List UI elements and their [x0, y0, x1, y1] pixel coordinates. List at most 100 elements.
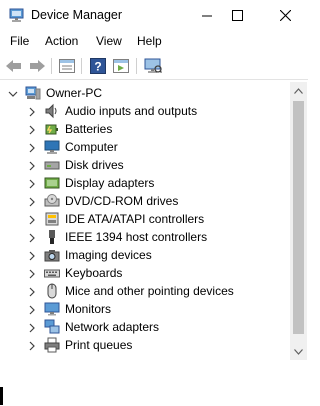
vertical-scrollbar[interactable]: [290, 82, 307, 360]
toolbar-separator: [136, 58, 137, 74]
tree-item-keyboards[interactable]: Keyboards: [0, 264, 290, 282]
menu-view[interactable]: View: [96, 34, 122, 48]
text-cursor: [0, 387, 3, 405]
dvd-icon: [44, 193, 60, 209]
tree-item-label: Audio inputs and outputs: [65, 104, 198, 118]
chevron-right-icon[interactable]: [27, 232, 37, 243]
camera-icon: [44, 247, 60, 263]
tree-root-label: Owner-PC: [46, 86, 103, 100]
tree-item-computer[interactable]: Computer: [0, 138, 290, 156]
monitor-scan-icon: [144, 58, 162, 73]
tree-item-imaging-devices[interactable]: Imaging devices: [0, 246, 290, 264]
show-hidden-icon: [113, 59, 129, 73]
svg-text:?: ?: [94, 60, 101, 74]
chevron-right-icon[interactable]: [27, 142, 37, 153]
chevron-down-icon: [294, 348, 303, 355]
chevron-right-icon[interactable]: [27, 160, 37, 171]
tree-item-label: Monitors: [65, 302, 112, 316]
keyboard-icon: [44, 265, 60, 281]
tree-item-dvd-drives[interactable]: DVD/CD-ROM drives: [0, 192, 290, 210]
tree-item-mice[interactable]: Mice and other pointing devices: [0, 282, 290, 300]
toolbar: ?: [0, 53, 308, 80]
network-icon: [44, 319, 60, 335]
ide-icon: [44, 211, 60, 227]
device-tree[interactable]: Owner-PC Audio inputs and outputs Batter…: [0, 82, 290, 360]
chevron-right-icon[interactable]: [27, 304, 37, 315]
tree-item-network-adapters[interactable]: Network adapters: [0, 318, 290, 336]
display-icon: [44, 175, 60, 191]
tree-item-ieee-1394[interactable]: IEEE 1394 host controllers: [0, 228, 290, 246]
mouse-icon: [44, 283, 60, 299]
tree-item-label: Display adapters: [65, 176, 155, 190]
chevron-right-icon[interactable]: [27, 196, 37, 207]
minimize-icon: [202, 15, 212, 16]
menu-file[interactable]: File: [10, 34, 29, 48]
chevron-right-icon[interactable]: [27, 106, 37, 117]
properties-icon: [59, 59, 75, 73]
monitor-icon: [44, 301, 60, 317]
computer-icon: [44, 139, 60, 155]
tree-item-disk-drives[interactable]: Disk drives: [0, 156, 290, 174]
tree-item-label: Keyboards: [65, 266, 123, 280]
toolbar-separator: [81, 58, 82, 74]
chevron-right-icon[interactable]: [27, 214, 37, 225]
chevron-right-icon[interactable]: [27, 250, 37, 261]
chevron-right-icon[interactable]: [27, 124, 37, 135]
tree-item-ide-controllers[interactable]: IDE ATA/ATAPI controllers: [0, 210, 290, 228]
chevron-up-icon: [294, 87, 303, 94]
forward-button[interactable]: [27, 57, 47, 75]
tree-item-label: Imaging devices: [65, 248, 152, 262]
chevron-right-icon[interactable]: [27, 268, 37, 279]
chevron-right-icon[interactable]: [27, 286, 37, 297]
scroll-down-button[interactable]: [290, 343, 307, 360]
menu-action[interactable]: Action: [45, 34, 78, 48]
title-bar[interactable]: Device Manager: [0, 0, 308, 31]
maximize-icon: [231, 10, 243, 21]
device-manager-icon: [9, 8, 25, 23]
tree-item-label: Disk drives: [65, 158, 124, 172]
tree-item-label: Mice and other pointing devices: [65, 284, 234, 298]
tree-root-owner-pc[interactable]: Owner-PC: [0, 84, 290, 102]
firewire-icon: [44, 229, 60, 245]
device-manager-window: Device Manager File Action View Help ? O…: [0, 0, 308, 360]
battery-icon: [44, 121, 60, 137]
tree-item-label: IDE ATA/ATAPI controllers: [65, 212, 205, 226]
show-hidden-button[interactable]: [111, 57, 131, 75]
menu-help[interactable]: Help: [137, 34, 162, 48]
tree-item-label: Network adapters: [65, 320, 160, 334]
back-button[interactable]: [4, 57, 24, 75]
tree-item-label: Print queues: [65, 338, 133, 352]
chevron-right-icon[interactable]: [27, 340, 37, 351]
tree-item-label: IEEE 1394 host controllers: [65, 230, 208, 244]
maximize-button[interactable]: [220, 0, 254, 31]
speaker-icon: [44, 103, 60, 119]
disk-icon: [44, 157, 60, 173]
tree-item-print-queues[interactable]: Print queues: [0, 336, 290, 354]
window-title: Device Manager: [31, 8, 123, 22]
scroll-up-button[interactable]: [290, 82, 307, 99]
tree-item-display-adapters[interactable]: Display adapters: [0, 174, 290, 192]
forward-arrow-icon: [30, 60, 45, 72]
tree-item-audio[interactable]: Audio inputs and outputs: [0, 102, 290, 120]
menu-bar: File Action View Help: [0, 31, 308, 52]
minimize-button[interactable]: [190, 0, 224, 31]
close-button[interactable]: [262, 0, 308, 31]
chevron-down-icon[interactable]: [8, 88, 18, 98]
back-arrow-icon: [6, 60, 21, 72]
scroll-thumb[interactable]: [293, 101, 304, 334]
tree-item-label: Batteries: [65, 122, 113, 136]
computer-icon: [25, 85, 41, 101]
printer-icon: [44, 337, 60, 353]
help-icon: ?: [90, 58, 106, 74]
scan-hardware-button[interactable]: [143, 57, 163, 75]
tree-item-batteries[interactable]: Batteries: [0, 120, 290, 138]
toolbar-separator: [51, 58, 52, 74]
close-icon: [279, 10, 291, 21]
tree-item-label: DVD/CD-ROM drives: [65, 194, 179, 208]
tree-item-label: Computer: [65, 140, 118, 154]
help-button[interactable]: ?: [88, 57, 108, 75]
tree-item-monitors[interactable]: Monitors: [0, 300, 290, 318]
chevron-right-icon[interactable]: [27, 322, 37, 333]
properties-button[interactable]: [57, 57, 77, 75]
chevron-right-icon[interactable]: [27, 178, 37, 189]
